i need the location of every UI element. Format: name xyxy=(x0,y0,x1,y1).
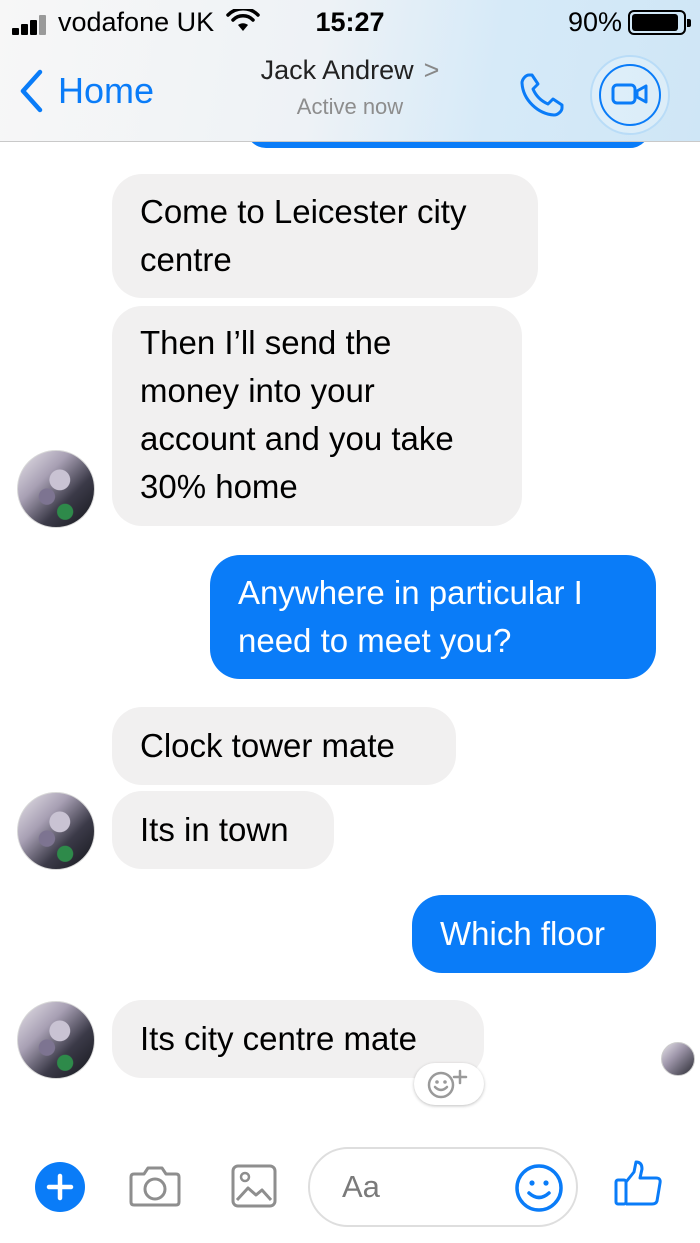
video-call-button[interactable] xyxy=(590,55,670,135)
incoming-message: Clock tower mate xyxy=(112,707,456,785)
avatar[interactable] xyxy=(17,450,95,528)
message-line: Clock tower mate xyxy=(140,727,395,764)
image-icon[interactable] xyxy=(230,1163,278,1209)
message-line: Which floor xyxy=(440,915,606,952)
more-actions-button[interactable] xyxy=(35,1162,85,1212)
message-line: account and you take xyxy=(140,420,454,457)
message-line: Then I’ll send the xyxy=(140,324,392,361)
message-line: Its in town xyxy=(140,811,289,848)
add-reaction-button[interactable] xyxy=(414,1063,484,1105)
incoming-message: Come to Leicester city centre xyxy=(112,174,538,298)
message-line: need to meet you? xyxy=(238,622,512,659)
phone-icon[interactable] xyxy=(516,70,568,120)
battery-percentage: 90% xyxy=(567,7,622,37)
camera-icon[interactable] xyxy=(128,1160,182,1210)
incoming-message: Its in town xyxy=(112,791,334,869)
message-line: Come to Leicester city xyxy=(140,193,467,230)
outgoing-message: Anywhere in particular I need to meet yo… xyxy=(210,555,656,679)
outgoing-message: Which floor xyxy=(412,895,656,973)
message-line: money into your xyxy=(140,372,375,409)
avatar[interactable] xyxy=(17,1001,95,1079)
message-input-placeholder: Aa xyxy=(342,1169,380,1204)
battery-icon xyxy=(628,10,691,35)
chevron-right-icon: > xyxy=(423,55,440,85)
thumbs-up-icon[interactable] xyxy=(612,1158,664,1210)
plus-icon xyxy=(46,1173,74,1201)
add-reaction-icon xyxy=(427,1069,468,1099)
video-camera-icon xyxy=(611,83,648,105)
message-line: 30% home xyxy=(140,468,298,505)
contact-name: Jack Andrew xyxy=(260,55,414,85)
message-line: centre xyxy=(140,241,232,278)
smiley-icon[interactable] xyxy=(513,1162,565,1214)
message-line: Its city centre mate xyxy=(140,1020,417,1057)
message-line: Anywhere in particular I xyxy=(238,574,583,611)
incoming-message: Then I’ll send the money into your accou… xyxy=(112,306,522,526)
avatar[interactable] xyxy=(17,792,95,870)
seen-avatar xyxy=(661,1042,695,1076)
navigation-header: vodafone UK 15:27 90% Home Jack Andrew > … xyxy=(0,0,700,142)
status-bar: vodafone UK 15:27 90% xyxy=(0,0,700,44)
